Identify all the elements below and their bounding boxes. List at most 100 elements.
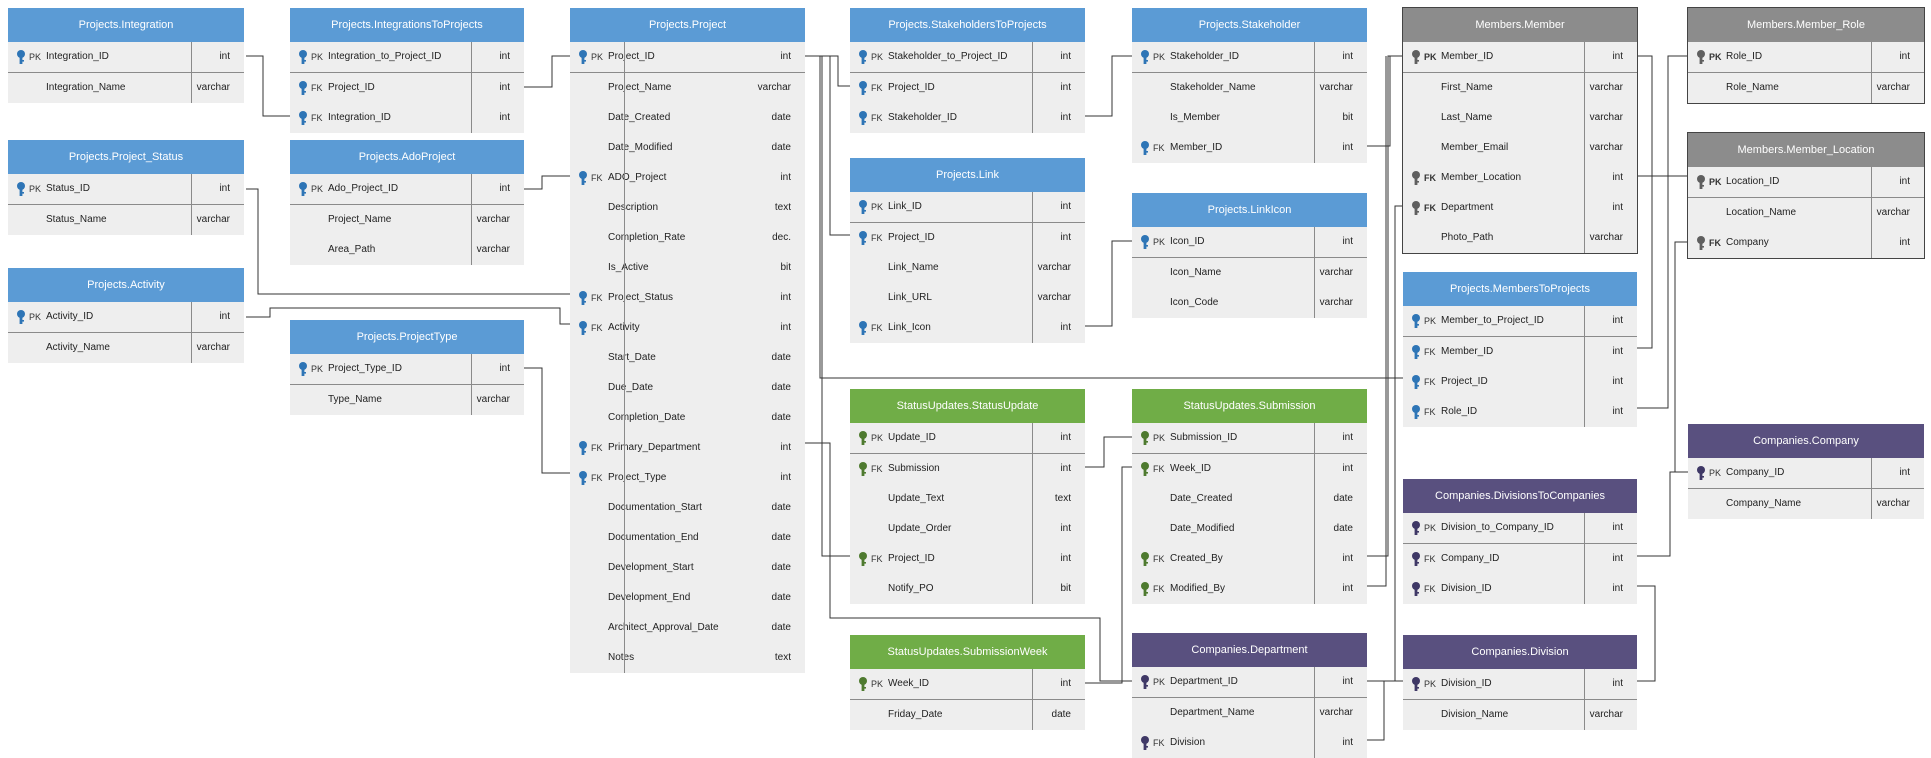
column-row[interactable]: Status_Name varchar	[8, 205, 244, 235]
entity-statusupdates-submission[interactable]: StatusUpdates.Submission PK Submission_ID i…	[1132, 389, 1367, 604]
column-row[interactable]: Member_Email varchar	[1403, 133, 1637, 163]
column-row[interactable]: PK Integration_ID int	[8, 42, 244, 73]
column-row[interactable]: FK Project_Type int	[570, 463, 805, 493]
column-row[interactable]: Icon_Code varchar	[1132, 288, 1367, 318]
column-row[interactable]: Start_Date date	[570, 343, 805, 373]
column-row[interactable]: Notes text	[570, 643, 805, 673]
column-row[interactable]: FK Project_ID int	[850, 544, 1085, 574]
column-row[interactable]: Date_Modified date	[570, 133, 805, 163]
column-row[interactable]: FK Member_ID int	[1403, 337, 1637, 367]
column-row[interactable]: Activity_Name varchar	[8, 333, 244, 363]
column-row[interactable]: Date_Modified date	[1132, 514, 1367, 544]
entity-members-member-location[interactable]: Members.Member_Location PK Location_ID int L…	[1687, 132, 1925, 259]
column-row[interactable]: FK Project_Status int	[570, 283, 805, 313]
column-row[interactable]: FK Member_ID int	[1132, 133, 1367, 163]
column-row[interactable]: First_Name varchar	[1403, 73, 1637, 103]
column-row[interactable]: FK Primary_Department int	[570, 433, 805, 463]
column-row[interactable]: Link_URL varchar	[850, 283, 1085, 313]
column-row[interactable]: FK Link_Icon int	[850, 313, 1085, 343]
column-row[interactable]: Date_Created date	[1132, 484, 1367, 514]
column-row[interactable]: Location_Name varchar	[1688, 198, 1924, 228]
column-row[interactable]: Icon_Name varchar	[1132, 258, 1367, 288]
column-row[interactable]: Stakeholder_Name varchar	[1132, 73, 1367, 103]
entity-companies-company[interactable]: Companies.Company PK Company_ID int Company_…	[1688, 424, 1924, 519]
column-row[interactable]: FK Week_ID int	[1132, 454, 1367, 484]
column-row[interactable]: Link_Name varchar	[850, 253, 1085, 283]
entity-projects-stakeholder[interactable]: Projects.Stakeholder PK Stakeholder_ID int S…	[1132, 8, 1367, 163]
entity-projects-adoproject[interactable]: Projects.AdoProject PK Ado_Project_ID int Pr…	[290, 140, 524, 265]
column-row[interactable]: Area_Path varchar	[290, 235, 524, 265]
column-row[interactable]: PK Member_to_Project_ID int	[1403, 306, 1637, 337]
column-row[interactable]: Is_Member bit	[1132, 103, 1367, 133]
column-row[interactable]: PK Division_to_Company_ID int	[1403, 513, 1637, 544]
entity-statusupdates-submissionweek[interactable]: StatusUpdates.SubmissionWeek PK Week_ID int…	[850, 635, 1085, 730]
column-row[interactable]: FK ADO_Project int	[570, 163, 805, 193]
column-row[interactable]: PK Integration_to_Project_ID int	[290, 42, 524, 73]
column-row[interactable]: Is_Active bit	[570, 253, 805, 283]
column-row[interactable]: FK Project_ID int	[1403, 367, 1637, 397]
column-row[interactable]: PK Update_ID int	[850, 423, 1085, 454]
column-row[interactable]: Description text	[570, 193, 805, 223]
entity-projects-linkicon[interactable]: Projects.LinkIcon PK Icon_ID int Icon_Name va…	[1132, 193, 1367, 318]
column-row[interactable]: PK Division_ID int	[1403, 669, 1637, 700]
column-row[interactable]: Completion_Rate dec.	[570, 223, 805, 253]
entity-members-member-role[interactable]: Members.Member_Role PK Role_ID int Role_Name…	[1687, 7, 1925, 104]
column-row[interactable]: FK Stakeholder_ID int	[850, 103, 1085, 133]
column-row[interactable]: Date_Created date	[570, 103, 805, 133]
column-row[interactable]: Documentation_End date	[570, 523, 805, 553]
entity-projects-link[interactable]: Projects.Link PK Link_ID int FK Project_ID int…	[850, 158, 1085, 343]
column-row[interactable]: Architect_Approval_Date date	[570, 613, 805, 643]
column-row[interactable]: FK Project_ID int	[850, 73, 1085, 103]
entity-projects-project-status[interactable]: Projects.Project_Status PK Status_ID int Sta…	[8, 140, 244, 235]
column-row[interactable]: FK Project_ID int	[290, 73, 524, 103]
column-row[interactable]: PK Member_ID int	[1403, 42, 1637, 73]
entity-members-member[interactable]: Members.Member PK Member_ID int First_Name va…	[1402, 7, 1638, 254]
column-row[interactable]: FK Member_Location int	[1403, 163, 1637, 193]
entity-companies-department[interactable]: Companies.Department PK Department_ID int De…	[1132, 633, 1367, 758]
column-row[interactable]: FK Company_ID int	[1403, 544, 1637, 574]
entity-statusupdates-statusupdate[interactable]: StatusUpdates.StatusUpdate PK Update_ID int…	[850, 389, 1085, 604]
column-row[interactable]: PK Project_ID int	[570, 42, 805, 73]
column-row[interactable]: PK Project_Type_ID int	[290, 354, 524, 385]
entity-projects-project[interactable]: Projects.Project PK Project_ID int Project_N…	[570, 8, 805, 673]
column-row[interactable]: Update_Text text	[850, 484, 1085, 514]
column-row[interactable]: PK Ado_Project_ID int	[290, 174, 524, 205]
column-row[interactable]: Project_Name varchar	[570, 73, 805, 103]
column-row[interactable]: PK Stakeholder_ID int	[1132, 42, 1367, 73]
column-row[interactable]: FK Division int	[1132, 728, 1367, 758]
column-row[interactable]: Type_Name varchar	[290, 385, 524, 415]
column-row[interactable]: PK Stakeholder_to_Project_ID int	[850, 42, 1085, 73]
column-row[interactable]: FK Division_ID int	[1403, 574, 1637, 604]
column-row[interactable]: Completion_Date date	[570, 403, 805, 433]
column-row[interactable]: Role_Name varchar	[1688, 73, 1924, 103]
entity-companies-division[interactable]: Companies.Division PK Division_ID int Divisi…	[1403, 635, 1637, 730]
entity-projects-activity[interactable]: Projects.Activity PK Activity_ID int Activit…	[8, 268, 244, 363]
column-row[interactable]: FK Integration_ID int	[290, 103, 524, 133]
column-row[interactable]: PK Icon_ID int	[1132, 227, 1367, 258]
column-row[interactable]: Development_End date	[570, 583, 805, 613]
column-row[interactable]: Notify_PO bit	[850, 574, 1085, 604]
column-row[interactable]: Documentation_Start date	[570, 493, 805, 523]
column-row[interactable]: PK Location_ID int	[1688, 167, 1924, 198]
column-row[interactable]: PK Activity_ID int	[8, 302, 244, 333]
column-row[interactable]: Department_Name varchar	[1132, 698, 1367, 728]
column-row[interactable]: Update_Order int	[850, 514, 1085, 544]
column-row[interactable]: Company_Name varchar	[1688, 489, 1924, 519]
column-row[interactable]: PK Company_ID int	[1688, 458, 1924, 489]
column-row[interactable]: Division_Name varchar	[1403, 700, 1637, 730]
entity-projects-integrationstoprojects[interactable]: Projects.IntegrationsToProjects PK Integra…	[290, 8, 524, 133]
entity-projects-projecttype[interactable]: Projects.ProjectType PK Project_Type_ID int…	[290, 320, 524, 415]
column-row[interactable]: FK Project_ID int	[850, 223, 1085, 253]
column-row[interactable]: Friday_Date date	[850, 700, 1085, 730]
entity-projects-memberstoprojects[interactable]: Projects.MembersToProjects PK Member_to_Pr…	[1403, 272, 1637, 427]
column-row[interactable]: FK Activity int	[570, 313, 805, 343]
entity-projects-stakeholderstoprojects[interactable]: Projects.StakeholdersToProjects PK Stakeho…	[850, 8, 1085, 133]
column-row[interactable]: PK Status_ID int	[8, 174, 244, 205]
column-row[interactable]: PK Link_ID int	[850, 192, 1085, 223]
column-row[interactable]: Last_Name varchar	[1403, 103, 1637, 133]
column-row[interactable]: Photo_Path varchar	[1403, 223, 1637, 253]
column-row[interactable]: Development_Start date	[570, 553, 805, 583]
column-row[interactable]: PK Submission_ID int	[1132, 423, 1367, 454]
column-row[interactable]: FK Submission int	[850, 454, 1085, 484]
column-row[interactable]: FK Modified_By int	[1132, 574, 1367, 604]
